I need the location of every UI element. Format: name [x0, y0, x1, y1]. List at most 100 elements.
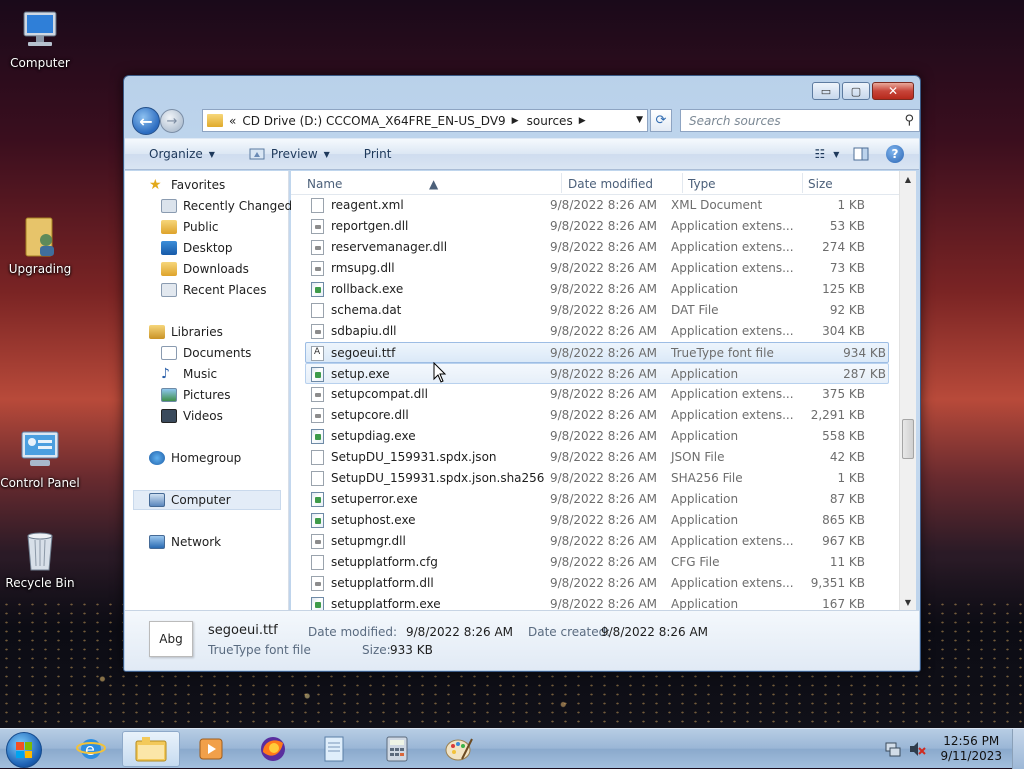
application-icon: [311, 513, 324, 528]
table-row-selected[interactable]: segoeui.ttf9/8/2022 8:26 AMTrueType font…: [305, 342, 889, 363]
breadcrumb-arrow-icon[interactable]: ▶: [579, 116, 586, 126]
help-button[interactable]: ?: [881, 142, 909, 166]
close-button[interactable]: ✕: [872, 82, 914, 100]
address-dropdown-icon[interactable]: ▼: [636, 115, 643, 125]
print-button[interactable]: Print: [354, 141, 402, 167]
address-row: ← → « CD Drive (D:) CCCOMA_X64FRE_EN-US_…: [132, 107, 920, 135]
mouse-cursor-icon: [433, 362, 447, 383]
column-header-type[interactable]: Type: [688, 177, 716, 191]
table-row[interactable]: setupplatform.cfg 9/8/2022 8:26 AM CFG Fil…: [291, 552, 899, 573]
scrollbar-thumb[interactable]: [902, 419, 914, 459]
sort-ascending-icon: ▲: [429, 177, 439, 191]
nav-label: Network: [171, 535, 222, 549]
column-divider[interactable]: [802, 173, 803, 193]
dll-file-icon: [311, 576, 324, 591]
breadcrumb-arrow-icon[interactable]: ▶: [512, 116, 519, 126]
computer-icon: [149, 493, 165, 507]
network-status-icon[interactable]: [884, 740, 902, 758]
nav-computer[interactable]: Computer: [133, 490, 281, 510]
scroll-up-icon[interactable]: ▲: [900, 171, 916, 187]
file-icon: [311, 555, 324, 570]
start-button[interactable]: [6, 732, 42, 768]
minimize-button[interactable]: ▭: [812, 82, 840, 100]
desktop-icon-recycle-bin[interactable]: Recycle Bin: [0, 528, 80, 590]
command-bar: Organize ▼ Preview ▼ Print ☷ ▼ ?: [125, 138, 919, 170]
explorer-window[interactable]: ▭ ▢ ✕ ← → « CD Drive (D:) CCCOMA_X64FRE_…: [123, 75, 921, 672]
table-row[interactable]: SetupDU_159931.spdx.json.sha256 9/8/2022 …: [291, 468, 899, 489]
table-row[interactable]: setupmgr.dll 9/8/2022 8:26 AM Application …: [291, 531, 899, 552]
nav-favorites[interactable]: ★ Favorites: [149, 175, 309, 195]
scroll-down-icon[interactable]: ▼: [900, 594, 916, 610]
table-row[interactable]: setuperror.exe 9/8/2022 8:26 AM Applicatio…: [291, 489, 899, 510]
table-row-hover[interactable]: setup.exe 9/8/2022 8:26 AM Application 287 …: [305, 363, 889, 384]
title-bar[interactable]: ▭ ▢ ✕: [124, 76, 920, 106]
taskbar-paint[interactable]: [430, 731, 488, 767]
forward-button[interactable]: →: [160, 109, 184, 133]
table-row[interactable]: setupcore.dll 9/8/2022 8:26 AM Application…: [291, 405, 899, 426]
table-row[interactable]: setupplatform.dll 9/8/2022 8:26 AM Applica…: [291, 573, 899, 594]
table-row[interactable]: reservemanager.dll 9/8/2022 8:26 AM Applic…: [291, 237, 899, 258]
file-list[interactable]: ▲ Name Date modified Type Size reagent.x…: [291, 171, 899, 612]
breadcrumb-overflow[interactable]: «: [229, 114, 236, 128]
views-icon: ☷: [814, 147, 826, 161]
taskbar-notepad[interactable]: [305, 731, 363, 767]
search-placeholder: Search sources: [689, 113, 781, 128]
back-arrow-icon: ←: [139, 111, 153, 131]
details-file-type: TrueType font file: [208, 643, 311, 657]
nav-libraries[interactable]: Libraries: [149, 322, 309, 342]
maximize-button[interactable]: ▢: [842, 82, 870, 100]
clock[interactable]: 12:56 PM 9/11/2023: [940, 734, 1002, 764]
table-row[interactable]: setuphost.exe 9/8/2022 8:26 AM Application…: [291, 510, 899, 531]
table-row[interactable]: SetupDU_159931.spdx.json 9/8/2022 8:26 AM…: [291, 447, 899, 468]
change-view-button[interactable]: ☷ ▼: [813, 142, 841, 166]
chevron-down-icon: ▼: [208, 149, 215, 159]
column-divider[interactable]: [561, 173, 562, 193]
back-button[interactable]: ←: [132, 107, 160, 135]
nav-label: Favorites: [171, 178, 226, 192]
preview-button[interactable]: Preview ▼: [239, 141, 340, 167]
taskbar-calculator[interactable]: [368, 731, 426, 767]
show-desktop-button[interactable]: [1012, 729, 1024, 769]
preview-pane-button[interactable]: [847, 142, 875, 166]
organize-button[interactable]: Organize ▼: [139, 141, 225, 167]
taskbar-windows-explorer[interactable]: [122, 731, 180, 767]
table-row[interactable]: setupcompat.dll 9/8/2022 8:26 AM Applicati…: [291, 384, 899, 405]
table-row[interactable]: schema.dat 9/8/2022 8:26 AM DAT File 92 KB: [291, 300, 899, 321]
taskbar-internet-explorer[interactable]: e: [62, 731, 120, 767]
table-row[interactable]: setupdiag.exe 9/8/2022 8:26 AM Application…: [291, 426, 899, 447]
desktop-icon-upgrading[interactable]: Upgrading: [0, 214, 80, 276]
details-modified-label: Date modified:: [308, 625, 398, 639]
nav-homegroup[interactable]: Homegroup: [149, 448, 309, 468]
computer-icon: [16, 8, 64, 54]
font-thumbnail: Abg: [149, 621, 193, 657]
search-input[interactable]: Search sources ⚲: [680, 109, 920, 132]
application-icon: [311, 282, 324, 297]
column-header-date[interactable]: Date modified: [568, 177, 653, 191]
nav-network[interactable]: Network: [149, 532, 309, 552]
breadcrumb-sources[interactable]: sources: [527, 114, 573, 128]
media-player-icon: [199, 738, 223, 760]
file-icon: [311, 450, 324, 465]
chevron-down-icon[interactable]: ▼: [833, 150, 839, 159]
address-bar[interactable]: « CD Drive (D:) CCCOMA_X64FRE_EN-US_DV9 …: [202, 109, 648, 132]
folder-user-icon: [16, 214, 64, 260]
table-row[interactable]: sdbapiu.dll 9/8/2022 8:26 AM Application e…: [291, 321, 899, 342]
table-row[interactable]: rmsupg.dll 9/8/2022 8:26 AM Application ex…: [291, 258, 899, 279]
refresh-button[interactable]: ⟳: [650, 109, 672, 132]
desktop-icon-control-panel[interactable]: Control Panel: [0, 428, 80, 490]
column-header-size[interactable]: Size: [808, 177, 833, 191]
paint-icon: [445, 738, 473, 761]
nav-label: Recent Places: [183, 283, 267, 297]
taskbar-media-player[interactable]: [182, 731, 240, 767]
column-divider[interactable]: [682, 173, 683, 193]
desktop-icon-computer[interactable]: Computer: [0, 8, 80, 70]
vertical-scrollbar[interactable]: ▲ ▼: [899, 171, 916, 610]
volume-muted-icon[interactable]: [908, 740, 927, 758]
help-icon: ?: [886, 145, 904, 163]
column-header-name[interactable]: Name: [307, 177, 342, 191]
table-row[interactable]: reagent.xml 9/8/2022 8:26 AM XML Document 1…: [291, 195, 899, 216]
taskbar-firefox[interactable]: [244, 731, 302, 767]
table-row[interactable]: rollback.exe 9/8/2022 8:26 AM Application 1…: [291, 279, 899, 300]
table-row[interactable]: reportgen.dll 9/8/2022 8:26 AM Application…: [291, 216, 899, 237]
breadcrumb-cd-drive[interactable]: CD Drive (D:) CCCOMA_X64FRE_EN-US_DV9: [242, 114, 505, 128]
